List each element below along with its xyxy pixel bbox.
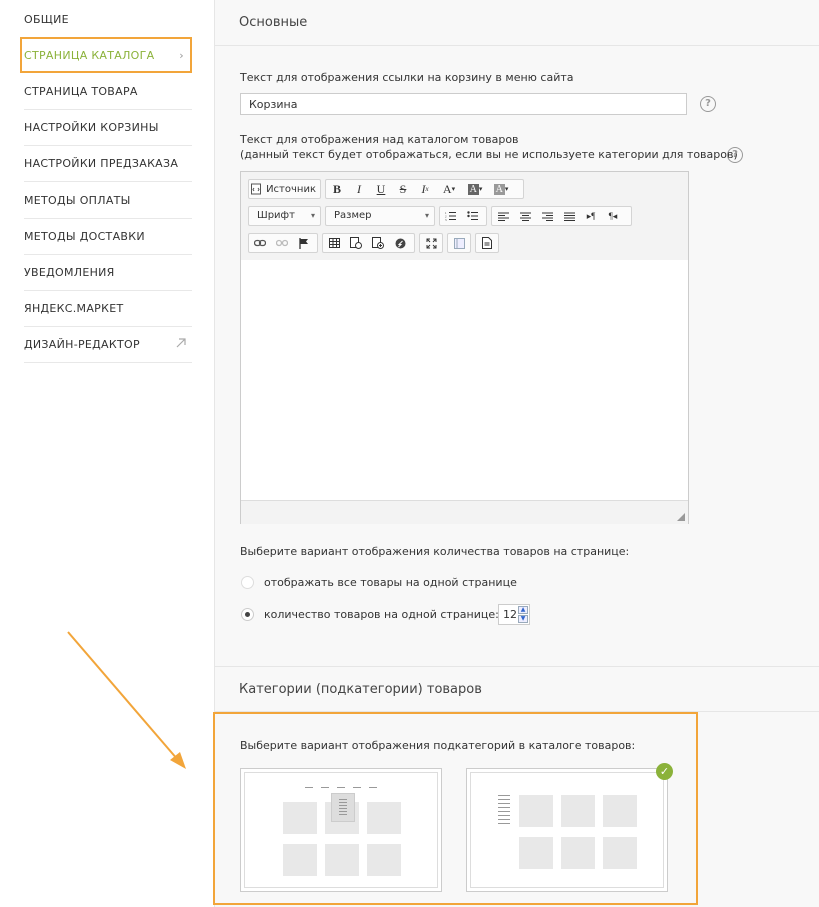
- annotation-arrow-icon: [67, 631, 186, 769]
